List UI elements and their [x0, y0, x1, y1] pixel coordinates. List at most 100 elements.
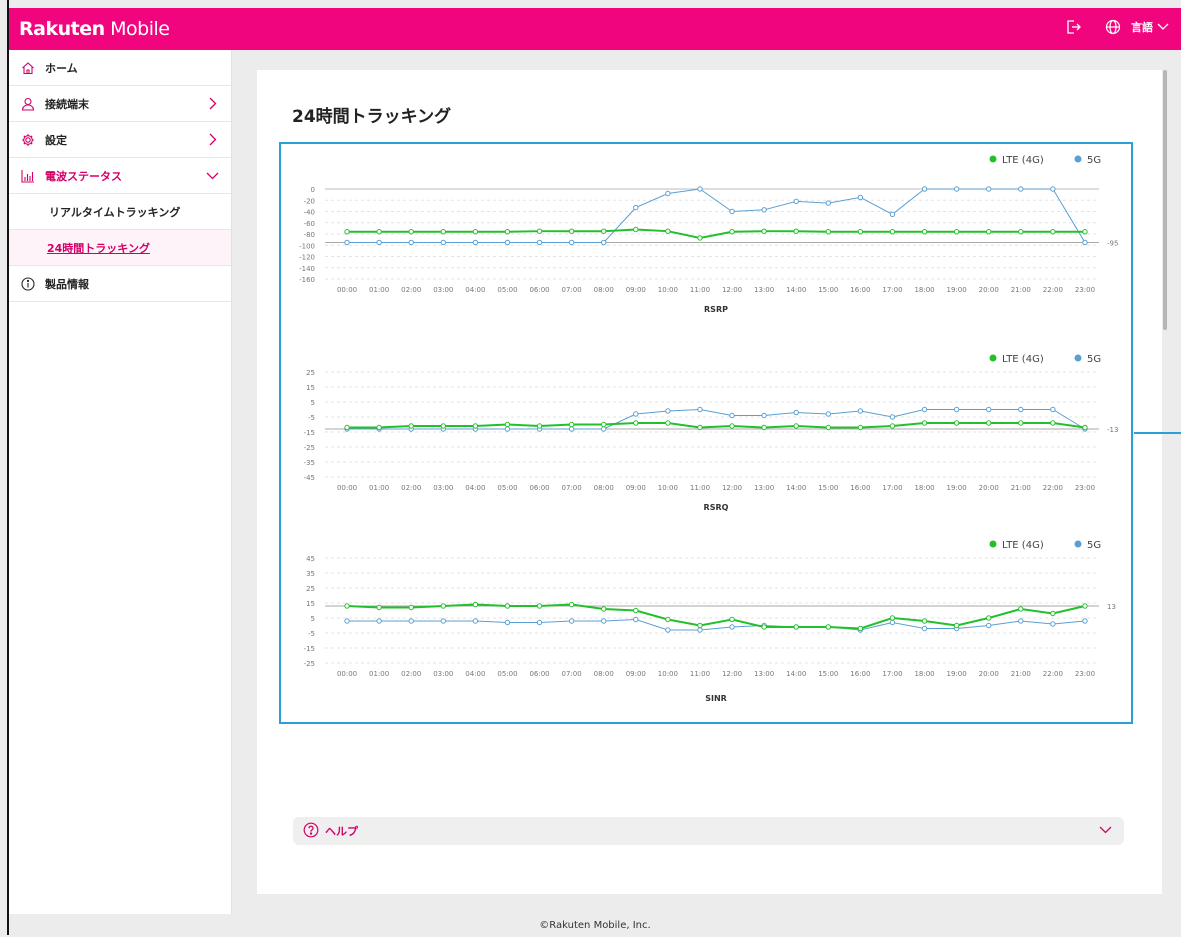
data-point-5g [729, 412, 735, 419]
logo-brand-text: Rakuten [19, 18, 105, 40]
logout-icon[interactable] [1065, 19, 1081, 35]
x-tick-label: 10:00 [658, 670, 678, 678]
data-point-lte [793, 423, 799, 429]
y-tick-label: -15 [304, 429, 315, 437]
data-point-5g [665, 190, 671, 197]
data-point-lte [376, 229, 382, 235]
language-selector[interactable]: 言語 [1131, 19, 1169, 35]
y-tick-label: -45 [304, 474, 315, 482]
data-point-5g [376, 618, 382, 624]
data-point-5g [857, 408, 864, 414]
data-point-5g [953, 406, 960, 413]
x-tick-label: 08:00 [594, 286, 614, 294]
y-tick-label: -120 [299, 254, 315, 262]
data-point-lte [344, 229, 350, 235]
data-point-5g [1050, 186, 1056, 192]
data-point-5g [793, 198, 799, 205]
data-point-5g [568, 239, 575, 246]
data-point-lte [889, 615, 896, 621]
x-tick-label: 06:00 [529, 286, 549, 294]
legend-marker-5g [1074, 354, 1082, 362]
y-tick-label: -25 [304, 444, 315, 452]
data-point-lte [729, 423, 735, 429]
data-point-lte [344, 603, 350, 609]
x-tick-label: 20:00 [979, 670, 999, 678]
chevron-down-icon [206, 172, 219, 180]
legend-label-5g: 5G [1087, 540, 1101, 551]
y-tick-label: -15 [304, 645, 315, 653]
legend-label-lte: LTE (4G) [1002, 354, 1044, 365]
data-point-lte [1050, 229, 1056, 235]
axis-title: RSRQ [704, 503, 729, 512]
sidebar-subitem-label: 24時間トラッキング [47, 241, 150, 255]
x-tick-label: 21:00 [1011, 670, 1031, 678]
x-tick-label: 18:00 [914, 286, 934, 294]
person-icon [21, 97, 35, 111]
data-point-5g [440, 618, 446, 624]
sidebar-item-label: 製品情報 [45, 277, 89, 291]
x-tick-label: 08:00 [594, 670, 614, 678]
data-point-lte [665, 228, 671, 234]
data-point-5g [1018, 406, 1024, 413]
data-point-lte [825, 229, 831, 235]
data-point-5g [536, 239, 543, 246]
reference-label: -95 [1107, 239, 1118, 247]
data-point-lte [408, 604, 414, 611]
data-point-lte [504, 603, 511, 609]
data-point-5g [761, 412, 767, 419]
sidebar-subitem-24h-tracking[interactable]: 24時間トラッキング [9, 230, 231, 266]
series-line-lte [346, 603, 1086, 630]
sidebar-item-signal-status[interactable]: 電波ステータス [9, 158, 231, 194]
sidebar-item-label: 設定 [45, 133, 67, 147]
page-scrollbar[interactable] [1163, 70, 1167, 330]
data-point-5g [408, 239, 414, 246]
x-tick-label: 17:00 [882, 286, 902, 294]
data-point-5g [633, 616, 639, 623]
globe-icon[interactable] [1105, 19, 1121, 35]
data-point-lte [440, 229, 446, 235]
rakuten-mobile-logo[interactable]: Rakuten Mobile [19, 18, 170, 40]
x-tick-label: 00:00 [337, 484, 357, 492]
help-accordion[interactable]: ヘルプ [293, 817, 1124, 845]
sidebar-item-connected-devices[interactable]: 接続端末 [9, 86, 231, 122]
data-point-lte [568, 601, 575, 608]
x-tick-label: 01:00 [369, 484, 389, 492]
x-tick-label: 21:00 [1011, 286, 1031, 294]
data-point-5g [697, 186, 703, 192]
sidebar-item-label: 接続端末 [45, 97, 89, 111]
y-tick-label: 0 [311, 186, 315, 194]
y-tick-label: 15 [306, 600, 315, 608]
y-tick-label: -5 [308, 630, 315, 638]
data-point-lte [440, 423, 446, 429]
data-point-lte [504, 421, 511, 428]
sidebar-item-settings[interactable]: 設定 [9, 122, 231, 158]
y-tick-label: -40 [304, 209, 315, 217]
x-tick-label: 03:00 [433, 484, 453, 492]
data-point-5g [889, 414, 896, 420]
data-point-5g [344, 239, 350, 246]
x-tick-label: 15:00 [818, 484, 838, 492]
data-point-lte [633, 420, 639, 426]
x-tick-label: 15:00 [818, 286, 838, 294]
y-tick-label: -25 [304, 660, 315, 668]
data-point-5g [1050, 621, 1056, 627]
data-point-lte [408, 423, 414, 429]
sidebar: ホーム 接続端末 設定 電波ステータス リアルタイムトラッキング 24時間トラッ… [9, 50, 232, 914]
data-point-5g [761, 207, 767, 213]
legend-marker-5g [1074, 540, 1082, 548]
data-point-lte [889, 423, 896, 429]
sidebar-subitem-realtime-tracking[interactable]: リアルタイムトラッキング [9, 194, 231, 230]
x-tick-label: 09:00 [626, 670, 646, 678]
sidebar-item-product-info[interactable]: 製品情報 [9, 266, 231, 302]
data-point-lte [697, 235, 703, 241]
legend-marker-lte [989, 354, 997, 362]
data-point-5g [889, 211, 896, 218]
y-tick-label: 15 [306, 384, 315, 392]
x-tick-label: 13:00 [754, 484, 774, 492]
sidebar-item-home[interactable]: ホーム [9, 50, 231, 86]
x-tick-label: 05:00 [497, 670, 517, 678]
y-tick-label: 5 [311, 615, 315, 623]
data-point-lte [665, 616, 671, 623]
data-point-lte [921, 420, 928, 426]
x-tick-label: 12:00 [722, 286, 742, 294]
